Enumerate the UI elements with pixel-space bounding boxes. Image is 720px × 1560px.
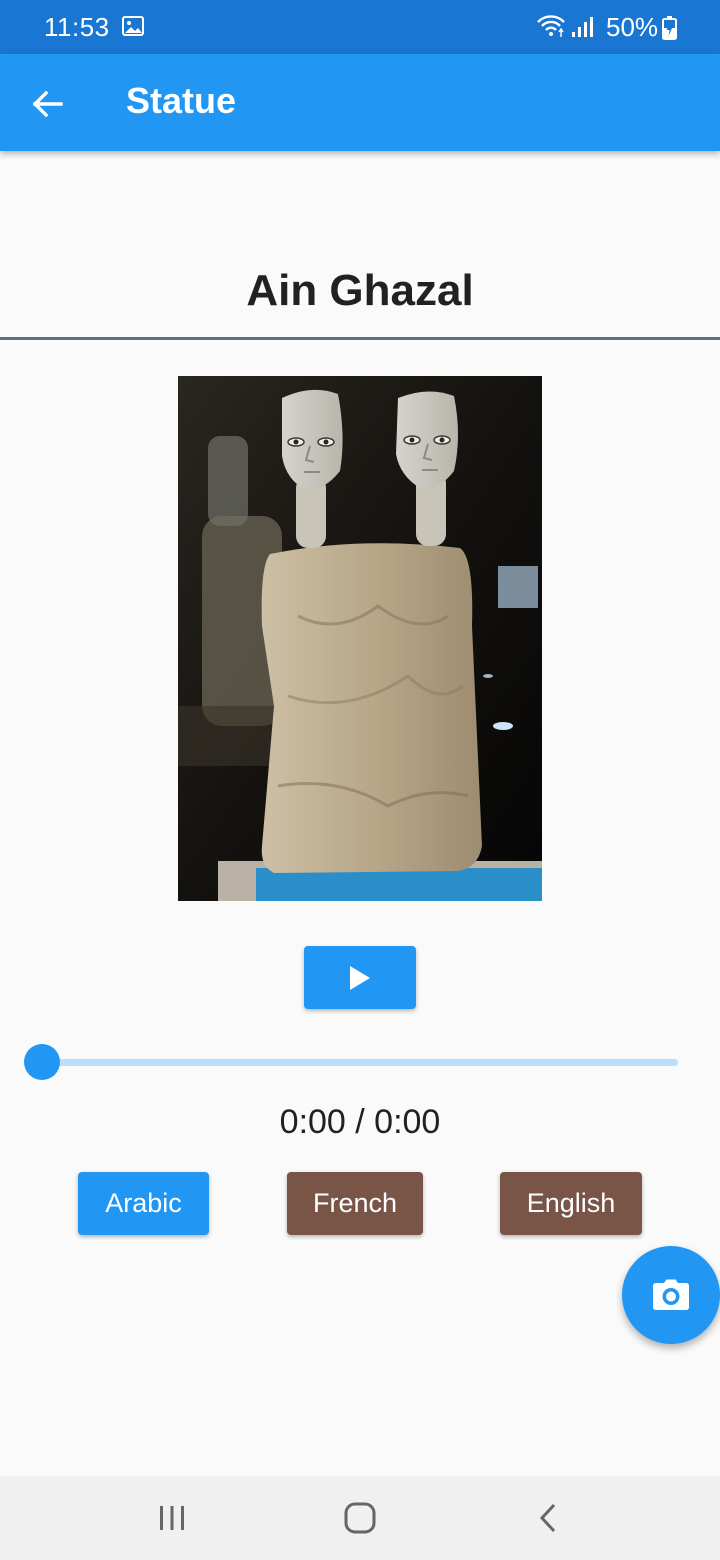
camera-icon	[653, 1279, 689, 1310]
playback-time: 0:00 / 0:00	[279, 1103, 441, 1141]
battery-charging-icon	[662, 16, 677, 40]
page-title: Statue	[126, 80, 237, 121]
gallery-icon	[122, 16, 144, 36]
play-button[interactable]	[304, 946, 416, 1009]
signal-icon	[572, 17, 593, 37]
audio-progress-slider[interactable]	[24, 1044, 680, 1080]
battery-percentage: 50%	[606, 12, 659, 42]
back-icon	[539, 1503, 556, 1533]
recents-button[interactable]	[148, 1496, 196, 1540]
wifi-icon	[537, 15, 565, 37]
system-nav-bar	[0, 1476, 720, 1560]
status-bar: 11:53 50%	[0, 0, 720, 54]
play-icon	[350, 965, 370, 990]
status-time: 11:53	[44, 12, 110, 42]
app-bar: Statue	[0, 54, 720, 151]
camera-fab[interactable]	[622, 1246, 720, 1344]
slider-thumb[interactable]	[24, 1044, 60, 1080]
french-button[interactable]: French	[287, 1172, 423, 1235]
slider-track	[42, 1059, 678, 1066]
home-button[interactable]	[336, 1496, 384, 1540]
statue-name: Ain Ghazal	[246, 266, 474, 315]
home-icon	[344, 1502, 376, 1534]
statue-image	[178, 376, 542, 901]
back-button[interactable]	[22, 78, 74, 130]
english-button[interactable]: English	[500, 1172, 642, 1235]
screen: 11:53 50% Statue Ain Ghazal 0:00 / 0:00 …	[0, 0, 720, 1560]
arabic-button[interactable]: Arabic	[78, 1172, 209, 1235]
arrow-left-icon	[32, 90, 63, 118]
ain-ghazal-statue-photo	[178, 376, 542, 901]
recents-icon	[160, 1506, 184, 1530]
divider	[0, 337, 720, 340]
system-back-button[interactable]	[524, 1496, 572, 1540]
